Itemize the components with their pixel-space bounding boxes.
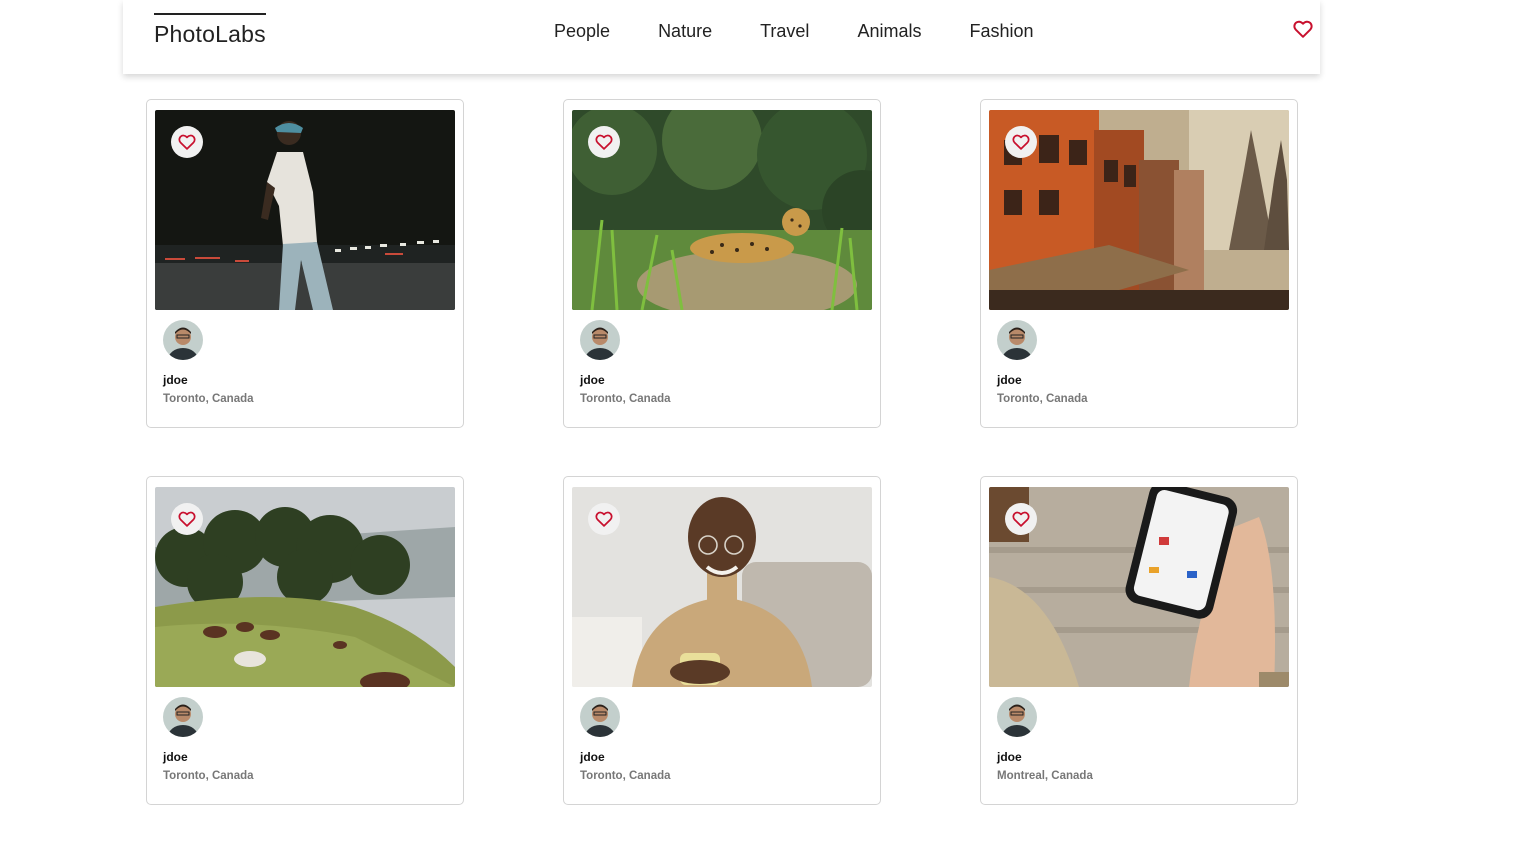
- photo-username: jdoe: [997, 750, 1022, 764]
- photo-image[interactable]: [155, 110, 455, 310]
- photo-location: Toronto, Canada: [580, 393, 671, 405]
- top-nav-bar: PhotoLabs People Nature Travel Animals F…: [123, 0, 1320, 74]
- topic-nature[interactable]: Nature: [658, 21, 712, 42]
- photo-location: Montreal, Canada: [997, 770, 1093, 782]
- avatar: [163, 320, 203, 360]
- photo-username: jdoe: [163, 750, 188, 764]
- photo-card[interactable]: jdoe Toronto, Canada: [563, 476, 881, 805]
- heart-outline-icon: [1012, 511, 1030, 527]
- avatar: [580, 320, 620, 360]
- avatar: [997, 697, 1037, 737]
- like-button[interactable]: [1005, 126, 1037, 158]
- like-button[interactable]: [171, 503, 203, 535]
- heart-outline-icon: [595, 511, 613, 527]
- topic-animals[interactable]: Animals: [857, 21, 921, 42]
- heart-outline-icon: [178, 134, 196, 150]
- topic-travel[interactable]: Travel: [760, 21, 809, 42]
- topic-list: People Nature Travel Animals Fashion: [554, 21, 1082, 42]
- photo-username: jdoe: [580, 750, 605, 764]
- photo-card[interactable]: jdoe Toronto, Canada: [146, 99, 464, 428]
- photo-location: Toronto, Canada: [580, 770, 671, 782]
- photo-image[interactable]: [989, 110, 1289, 310]
- photo-username: jdoe: [997, 373, 1022, 387]
- photo-card[interactable]: jdoe Montreal, Canada: [980, 476, 1298, 805]
- avatar: [580, 697, 620, 737]
- photo-card[interactable]: jdoe Toronto, Canada: [563, 99, 881, 428]
- photo-image[interactable]: [989, 487, 1289, 687]
- app-logo[interactable]: PhotoLabs: [154, 13, 266, 48]
- photo-location: Toronto, Canada: [997, 393, 1088, 405]
- avatar: [163, 697, 203, 737]
- photo-image[interactable]: [572, 110, 872, 310]
- photo-card[interactable]: jdoe Toronto, Canada: [980, 99, 1298, 428]
- heart-outline-icon: [178, 511, 196, 527]
- topic-fashion[interactable]: Fashion: [969, 21, 1033, 42]
- photo-card[interactable]: jdoe Toronto, Canada: [146, 476, 464, 805]
- photo-image[interactable]: [155, 487, 455, 687]
- photo-location: Toronto, Canada: [163, 393, 254, 405]
- photo-location: Toronto, Canada: [163, 770, 254, 782]
- like-button[interactable]: [588, 126, 620, 158]
- photo-image[interactable]: [572, 487, 872, 687]
- heart-outline-icon: [1012, 134, 1030, 150]
- like-button[interactable]: [1005, 503, 1037, 535]
- like-button[interactable]: [588, 503, 620, 535]
- photo-username: jdoe: [580, 373, 605, 387]
- topic-people[interactable]: People: [554, 21, 610, 42]
- photo-username: jdoe: [163, 373, 188, 387]
- avatar: [997, 320, 1037, 360]
- like-button[interactable]: [171, 126, 203, 158]
- heart-outline-icon: [595, 134, 613, 150]
- favorites-heart-icon[interactable]: [1293, 20, 1313, 38]
